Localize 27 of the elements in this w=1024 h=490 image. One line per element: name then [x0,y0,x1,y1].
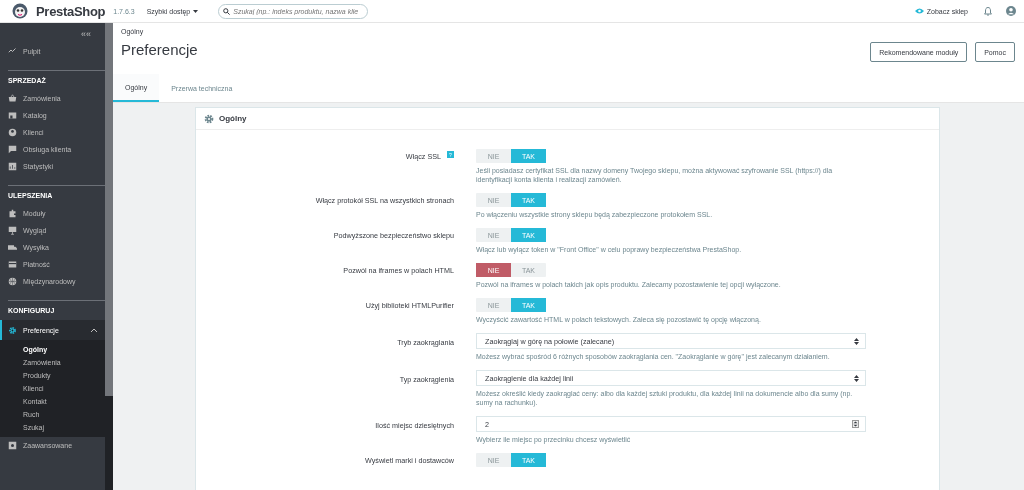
user-icon [8,128,17,137]
credit-card-icon [8,260,17,269]
search-icon[interactable] [223,7,231,15]
chat-icon [8,145,17,154]
box-icon [8,441,17,450]
account-icon[interactable] [1006,6,1016,16]
collapse-button[interactable]: «« [81,29,91,43]
basket-icon [8,94,17,103]
chevron-icon[interactable] [91,328,97,332]
sort-arrows-icon[interactable] [854,374,859,382]
puzzle-icon [8,209,17,218]
notification-bell-icon[interactable] [984,6,992,16]
caret-icon[interactable] [193,9,199,13]
eye-icon [914,8,924,14]
logo-icon [12,3,28,19]
gear-icon [8,325,17,335]
store-icon [8,111,17,120]
page-title: Preferencje [121,41,198,58]
monitor-icon [8,226,17,235]
panel-title: Ogólny [219,114,247,123]
spinner-arrows-icon[interactable] [852,420,859,428]
bar-chart-icon [8,162,17,171]
logo-text: PrestaShop [36,3,106,19]
scrollbar[interactable] [105,23,113,490]
gear-icon [204,113,214,124]
globe-icon [8,277,17,286]
sort-arrows-icon[interactable] [854,337,859,345]
